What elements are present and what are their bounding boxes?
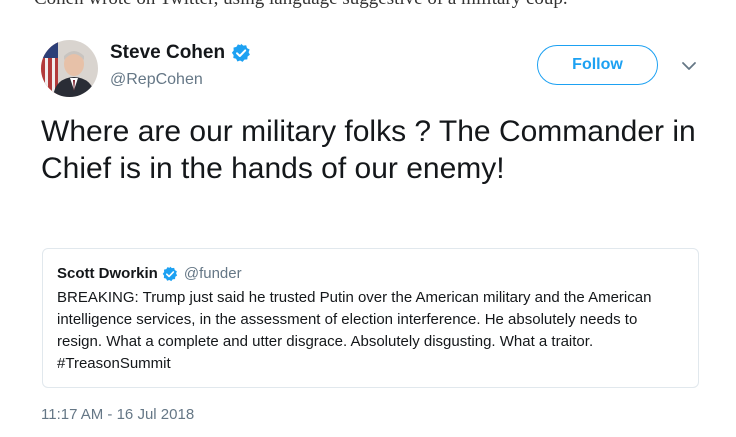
- quoted-tweet-card[interactable]: Scott Dworkin @funder BREAKING: Trump ju…: [42, 248, 699, 388]
- quoted-display-name: Scott Dworkin: [57, 265, 158, 282]
- follow-button[interactable]: Follow: [537, 45, 658, 85]
- quoted-tweet-header: Scott Dworkin @funder: [57, 265, 242, 282]
- article-snippet-text: Cohen wrote on Twitter, using language s…: [34, 0, 568, 10]
- verified-badge-icon: [231, 43, 251, 63]
- chevron-down-icon[interactable]: [680, 57, 698, 75]
- tweet-text: Where are our military folks ? The Comma…: [41, 115, 696, 185]
- tweet-timestamp[interactable]: 11:17 AM - 16 Jul 2018: [41, 406, 194, 423]
- verified-badge-icon: [162, 266, 178, 282]
- display-name[interactable]: Steve Cohen: [110, 42, 225, 64]
- avatar[interactable]: [41, 40, 98, 97]
- avatar-image: [41, 40, 98, 97]
- user-handle[interactable]: @RepCohen: [110, 71, 203, 89]
- tweet-author[interactable]: Steve Cohen: [110, 42, 251, 64]
- quoted-user-handle: @funder: [183, 265, 242, 282]
- quoted-tweet-text: BREAKING: Trump just said he trusted Put…: [57, 289, 652, 372]
